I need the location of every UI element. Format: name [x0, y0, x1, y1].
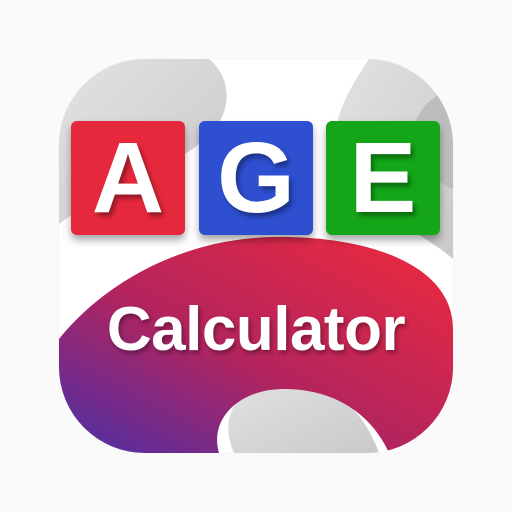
screen: A G E Calculator: [0, 0, 512, 512]
letter-box-e: E: [326, 121, 440, 235]
letter-box-g: G: [199, 121, 313, 235]
app-icon[interactable]: A G E Calculator: [59, 59, 453, 453]
letter-e: E: [349, 122, 417, 234]
letter-a: A: [91, 122, 165, 234]
icon-background: [59, 59, 453, 453]
letter-box-a: A: [71, 121, 185, 235]
app-subtitle: Calculator: [106, 295, 406, 364]
letter-g: G: [217, 122, 295, 234]
